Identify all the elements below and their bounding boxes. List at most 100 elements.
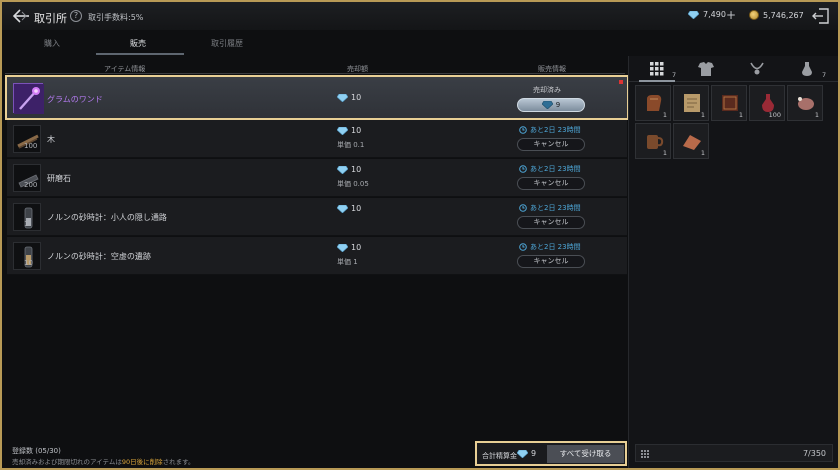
item-icon: 1	[13, 203, 41, 231]
settlement-label: 合計精算金	[482, 452, 517, 460]
item-name: ノルンの砂時計：小人の隠し通路	[47, 213, 167, 222]
receive-all-button[interactable]: すべて受け取る	[547, 445, 624, 463]
inventory-tabs: 7 7	[629, 56, 839, 82]
clock-icon	[519, 165, 527, 173]
header-divider	[5, 73, 625, 74]
item-icon: 100	[13, 125, 41, 153]
sale-price: 10	[337, 165, 361, 174]
grid-all-icon[interactable]	[647, 60, 667, 78]
tab-history[interactable]: 取引履歴	[211, 38, 243, 49]
active-tab-indicator	[96, 53, 184, 55]
inventory-slot[interactable]: 1	[711, 85, 747, 121]
table-row[interactable]: 10 ノルンの砂時計：空虚の遺跡 10 単価 1 あと2日 23時間 キャンセル	[7, 237, 627, 275]
diamond-icon	[337, 243, 348, 252]
inventory-slot[interactable]: 1	[673, 85, 709, 121]
page-title: 取引所	[34, 12, 67, 25]
inventory-slot[interactable]: 1	[787, 85, 823, 121]
table-row[interactable]: 100 木 10 単価 0.1 あと2日 23時間 キャンセル	[7, 120, 627, 158]
clock-icon	[519, 126, 527, 134]
notification-dot	[619, 80, 623, 84]
item-quantity: 200	[24, 181, 38, 189]
deletion-notice-highlight: 90日後に削除	[121, 458, 163, 466]
item-quantity: 100	[24, 142, 38, 150]
settlement-value: 9	[531, 449, 537, 458]
registration-count: 登録数 (05/30)	[12, 447, 61, 455]
wand-icon	[14, 84, 44, 114]
add-diamond-button[interactable]: +	[726, 8, 736, 22]
item-quantity: 1	[24, 220, 29, 228]
item-name: 研磨石	[47, 174, 71, 183]
table-row[interactable]: 1 ノルンの砂時計：小人の隠し通路 10 あと2日 23時間 キャンセル	[7, 198, 627, 236]
tab-bar: 購入 販売 取引履歴	[2, 30, 628, 56]
diamond-icon	[541, 101, 553, 109]
active-tab-indicator	[639, 80, 675, 82]
inventory-panel: 7 7 1 1 1 100 1 1 1 7/350	[628, 56, 839, 468]
help-icon[interactable]: ?	[70, 10, 82, 22]
diamond-amount: 7,490	[703, 10, 726, 19]
remaining-time-text: あと2日 23時間	[530, 243, 581, 251]
sale-price: 10	[337, 243, 361, 252]
table-row[interactable]: 200 研磨石 10 単価 0.05 あと2日 23時間 キャンセル	[7, 159, 627, 197]
exit-icon[interactable]	[812, 8, 830, 24]
cancel-button[interactable]: キャンセル	[517, 138, 585, 151]
fee-label: 取引手数料:5%	[88, 13, 144, 22]
receive-button[interactable]: 9	[517, 98, 585, 112]
tab-buy[interactable]: 購入	[44, 38, 60, 49]
item-icon: 200	[13, 164, 41, 192]
unit-price: 単価 0.1	[337, 141, 365, 149]
diamond-icon	[337, 93, 348, 102]
item-name: 木	[47, 135, 55, 144]
remaining-time: あと2日 23時間	[519, 125, 581, 135]
inventory-slot[interactable]: 1	[635, 123, 671, 159]
remaining-time: あと2日 23時間	[519, 203, 581, 213]
slot-count: 1	[662, 111, 667, 119]
tab-count: 7	[672, 71, 677, 79]
unit-price: 単価 0.05	[337, 180, 369, 188]
inventory-slot[interactable]: 100	[749, 85, 785, 121]
cancel-button[interactable]: キャンセル	[517, 216, 585, 229]
price-value: 10	[351, 93, 362, 102]
accessory-icon[interactable]	[747, 60, 767, 78]
cancel-button[interactable]: キャンセル	[517, 255, 585, 268]
diamond-icon	[337, 165, 348, 174]
item-icon	[13, 83, 44, 114]
cancel-button[interactable]: キャンセル	[517, 177, 585, 190]
settlement-amount: 9	[517, 449, 536, 458]
tab-sell[interactable]: 販売	[130, 38, 146, 49]
potion-tab-icon[interactable]	[797, 60, 817, 78]
item-quantity: 10	[24, 259, 33, 267]
unit-price: 単価 1	[337, 258, 358, 266]
remaining-time-text: あと2日 23時間	[530, 165, 581, 173]
tab-count: 7	[822, 71, 827, 79]
diamond-icon	[517, 449, 528, 458]
clock-icon	[519, 204, 527, 212]
sale-price: 10	[337, 126, 361, 135]
deletion-notice-suffix: されます。	[162, 458, 195, 466]
table-row[interactable]: グラムのワンド 10 売却済み 9	[5, 75, 629, 120]
clock-icon	[519, 243, 527, 251]
armor-icon[interactable]	[696, 60, 716, 78]
inventory-slot[interactable]: 1	[635, 85, 671, 121]
inventory-capacity: 7/350	[802, 449, 826, 458]
remaining-time-text: あと2日 23時間	[530, 126, 581, 134]
item-icon: 10	[13, 242, 41, 270]
gold-amount: 5,746,267	[763, 10, 804, 20]
gold-balance: 5,746,267	[749, 10, 804, 20]
back-arrow-icon[interactable]	[11, 8, 31, 24]
slot-count: 1	[662, 149, 667, 157]
sale-price: 10	[337, 93, 361, 102]
price-value: 10	[351, 165, 362, 174]
slot-count: 1	[814, 111, 819, 119]
slot-count: 1	[700, 111, 705, 119]
diamond-icon	[337, 126, 348, 135]
slot-count: 1	[738, 111, 743, 119]
price-value: 10	[351, 126, 362, 135]
price-value: 10	[351, 243, 362, 252]
grid-view-icon[interactable]	[641, 450, 649, 458]
remaining-time: あと2日 23時間	[519, 164, 581, 174]
price-value: 10	[351, 204, 362, 213]
receive-amount: 9	[555, 101, 561, 109]
sold-status: 売却済み	[533, 86, 561, 94]
deletion-notice-prefix: 売却済みおよび期限切れのアイテムは	[12, 458, 122, 466]
inventory-slot[interactable]: 1	[673, 123, 709, 159]
